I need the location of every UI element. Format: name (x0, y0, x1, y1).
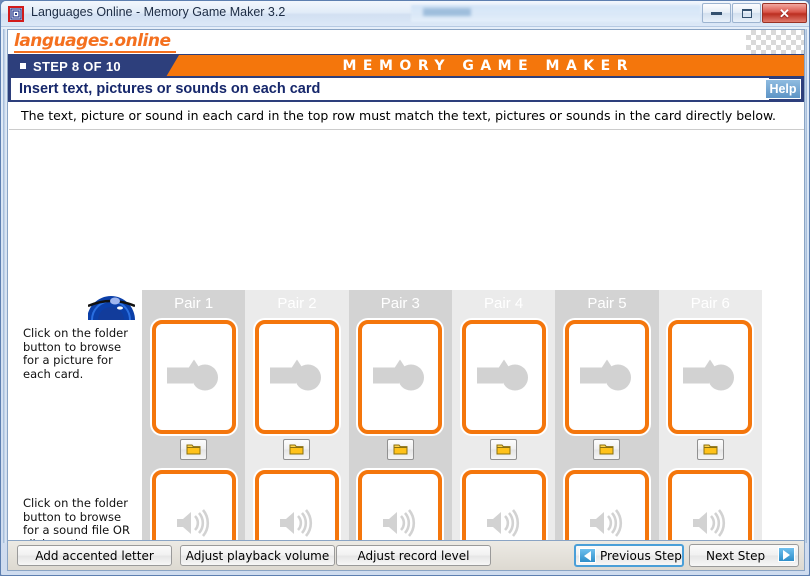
sound-card[interactable] (254, 470, 339, 540)
adjust-record-level-button[interactable]: Adjust record level (336, 545, 491, 566)
title-bar[interactable]: Languages Online - Memory Game Maker 3.2… (1, 1, 809, 27)
browse-picture-button[interactable] (490, 438, 518, 460)
minimize-button[interactable] (702, 3, 731, 23)
window-edge-left (3, 29, 6, 543)
pair-column-2: Pair 2 (245, 290, 349, 540)
step-label: STEP 8 OF 10 (33, 58, 121, 74)
adjust-playback-volume-button[interactable]: Adjust playback volume (180, 545, 335, 566)
speaker-placeholder-icon (690, 508, 730, 540)
browse-picture-button[interactable] (386, 438, 414, 460)
sound-card[interactable] (151, 470, 236, 540)
pair-column-label: Pair 3 (380, 294, 420, 312)
picture-placeholder-icon (166, 358, 221, 397)
folder-icon (703, 444, 718, 455)
folder-icon (599, 444, 614, 455)
window-title: Languages Online - Memory Game Maker 3.2 (31, 5, 286, 19)
picture-instructions: Click on the folder button to browse for… (23, 326, 128, 381)
sound-instructions: Click on the folder button to browse for… (23, 496, 130, 540)
next-step-button[interactable]: Next Step (689, 544, 799, 567)
picture-placeholder-icon (269, 358, 324, 397)
previous-step-label: Previous Step (600, 548, 682, 563)
step-indicator: STEP 8 OF 10 (8, 55, 179, 77)
languages-online-logo: languages.online (14, 31, 171, 53)
picture-button-row (142, 434, 245, 464)
picture-button-row (555, 434, 658, 464)
speaker-placeholder-icon (174, 508, 214, 540)
pair-column-6: Pair 6 (658, 290, 762, 540)
pair-column-label: Pair 4 (484, 294, 524, 312)
pair-column-label: Pair 2 (277, 294, 317, 312)
browse-picture-button[interactable] (696, 438, 724, 460)
close-icon: ✕ (779, 5, 790, 21)
step-bullet-icon (20, 63, 26, 69)
sound-card[interactable] (668, 470, 753, 540)
next-step-label: Next Step (706, 548, 766, 563)
pair-columns: Pair 1 Pair 2 Pair 3 Pair 4 Pair 5 Pair … (142, 290, 762, 540)
picture-placeholder-icon (373, 358, 427, 397)
banner-row: STEP 8 OF 10 MEMORY GAME MAKER (8, 54, 804, 77)
bottom-toolbar: Add accented letter Adjust playback volu… (7, 541, 805, 571)
pair-column-label: Pair 6 (690, 294, 730, 312)
folder-icon (496, 444, 511, 455)
picture-placeholder-icon (579, 358, 634, 397)
folder-icon (289, 444, 304, 455)
add-accented-letter-button[interactable]: Add accented letter (17, 545, 172, 566)
banner-title: MEMORY GAME MAKER (342, 58, 634, 74)
minimize-icon (711, 11, 722, 15)
headline-bar: Insert text, pictures or sounds on each … (8, 76, 804, 102)
picture-card[interactable] (358, 320, 443, 434)
speaker-placeholder-icon (277, 508, 317, 540)
browse-picture-button[interactable] (593, 438, 621, 460)
app-canvas: languages.online STEP 8 OF 10 MEMORY GAM… (7, 29, 805, 541)
pair-column-label: Pair 5 (587, 294, 627, 312)
picture-card[interactable] (668, 320, 753, 434)
picture-placeholder-icon (476, 358, 531, 397)
chevron-left-icon (579, 548, 596, 563)
picture-card[interactable] (461, 320, 546, 434)
instruction-text: The text, picture or sound in each card … (9, 102, 804, 130)
logo-underline (14, 51, 176, 53)
page-title: Insert text, pictures or sounds on each … (11, 78, 769, 100)
folder-icon (393, 444, 408, 455)
close-button[interactable]: ✕ (762, 3, 807, 23)
maximize-icon (741, 8, 752, 18)
pair-column-label: Pair 1 (174, 294, 214, 312)
speaker-placeholder-icon (484, 508, 524, 540)
browse-picture-button[interactable] (180, 438, 208, 460)
pair-column-1: Pair 1 (142, 290, 246, 540)
picture-card[interactable] (564, 320, 649, 434)
picture-button-row (349, 434, 452, 464)
picture-placeholder-icon (683, 358, 737, 397)
picture-card[interactable] (254, 320, 339, 434)
app-window: Languages Online - Memory Game Maker 3.2… (0, 0, 810, 576)
logo-strip: languages.online (8, 30, 804, 54)
maze-app-icon (8, 6, 24, 22)
logo-wordmark: languages (14, 31, 109, 51)
pair-column-3: Pair 3 (348, 290, 452, 540)
maximize-button[interactable] (732, 3, 761, 23)
speaker-placeholder-icon (380, 508, 420, 540)
picture-button-row (659, 434, 762, 464)
globe-icon (88, 294, 135, 320)
speaker-placeholder-icon (587, 508, 627, 540)
work-area: Click on the folder button to browse for… (9, 131, 804, 540)
chevron-right-icon (778, 547, 795, 562)
folder-icon (186, 444, 201, 455)
background-window-titlebar (411, 5, 701, 22)
picture-card[interactable] (151, 320, 236, 434)
help-button[interactable]: Help (765, 79, 801, 99)
pair-column-5: Pair 5 (555, 290, 659, 540)
sound-card[interactable] (358, 470, 443, 540)
previous-step-button[interactable]: Previous Step (574, 544, 684, 567)
sound-card[interactable] (461, 470, 546, 540)
window-controls: ✕ (702, 3, 807, 23)
browse-picture-button[interactable] (283, 438, 311, 460)
sound-card[interactable] (564, 470, 649, 540)
picture-button-row (452, 434, 555, 464)
picture-button-row (245, 434, 348, 464)
logo-text: languages.online (14, 31, 171, 51)
pair-column-4: Pair 4 (451, 290, 556, 540)
transparency-checker-pattern (746, 30, 804, 54)
logo-suffix: .online (108, 31, 171, 51)
